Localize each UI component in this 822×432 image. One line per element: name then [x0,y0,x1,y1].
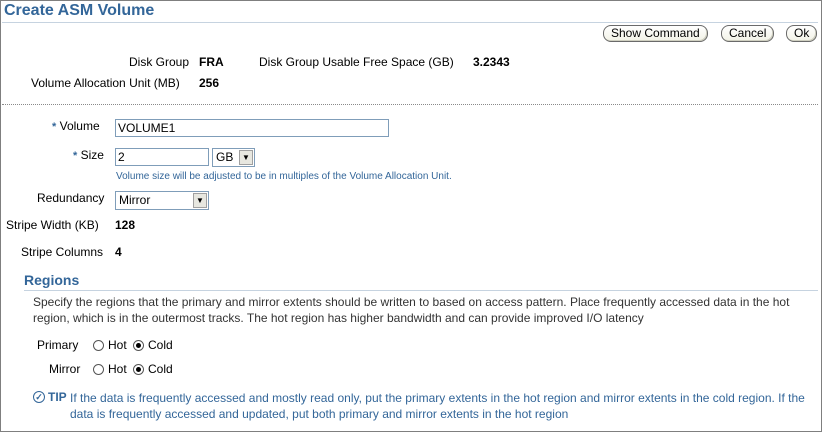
redundancy-select[interactable]: Mirror ▼ [115,191,209,210]
mirror-label: Mirror [49,362,81,376]
regions-divider [24,290,818,291]
show-command-button[interactable]: Show Command [603,25,708,42]
primary-hot-radio[interactable] [93,340,104,351]
size-input[interactable] [115,148,209,166]
volume-label-row: * Volume [52,119,100,133]
allocation-unit-label: Volume Allocation Unit (MB) [31,76,180,90]
disk-group-value: FRA [199,55,224,69]
section-divider [2,104,818,105]
tip-text: If the data is frequently accessed and m… [70,391,805,421]
tip-label: TIP [48,390,67,404]
size-label-row: * Size [73,148,104,162]
page-title: Create ASM Volume [4,2,155,19]
chevron-down-icon[interactable]: ▼ [193,193,207,208]
ok-button[interactable]: Ok [786,25,818,42]
volume-input[interactable] [115,119,389,137]
required-marker: * [52,121,57,133]
volume-label: Volume [59,119,100,133]
stripe-width-label: Stripe Width (KB) [6,218,99,232]
free-space-value: 3.2343 [473,55,510,69]
stripe-width-value: 128 [115,218,136,232]
size-hint: Volume size will be adjusted to be in mu… [116,171,452,182]
redundancy-label: Redundancy [37,191,105,205]
title-divider [2,22,818,23]
mirror-hot-label: Hot [108,362,127,376]
chevron-down-icon[interactable]: ▼ [239,150,253,165]
required-marker: * [73,150,78,162]
stripe-columns-value: 4 [115,245,122,259]
allocation-unit-value: 256 [199,76,220,90]
mirror-cold-radio[interactable] [133,364,144,375]
free-space-label: Disk Group Usable Free Space (GB) [259,55,454,69]
primary-cold-radio[interactable] [133,340,144,351]
cancel-button[interactable]: Cancel [721,25,775,42]
mirror-hot-radio[interactable] [93,364,104,375]
primary-cold-label: Cold [148,338,173,352]
stripe-columns-label: Stripe Columns [21,245,104,259]
mirror-cold-label: Cold [148,362,173,376]
primary-hot-label: Hot [108,338,127,352]
regions-description: Specify the regions that the primary and… [33,295,790,325]
disk-group-label: Disk Group [129,55,190,69]
size-label: Size [80,148,104,162]
check-icon: ✓ [33,391,45,403]
size-unit-select[interactable]: GB ▼ [212,148,255,167]
redundancy-value: Mirror [119,193,151,207]
size-unit-value: GB [216,150,234,164]
primary-label: Primary [37,338,79,352]
regions-heading: Regions [24,272,80,288]
